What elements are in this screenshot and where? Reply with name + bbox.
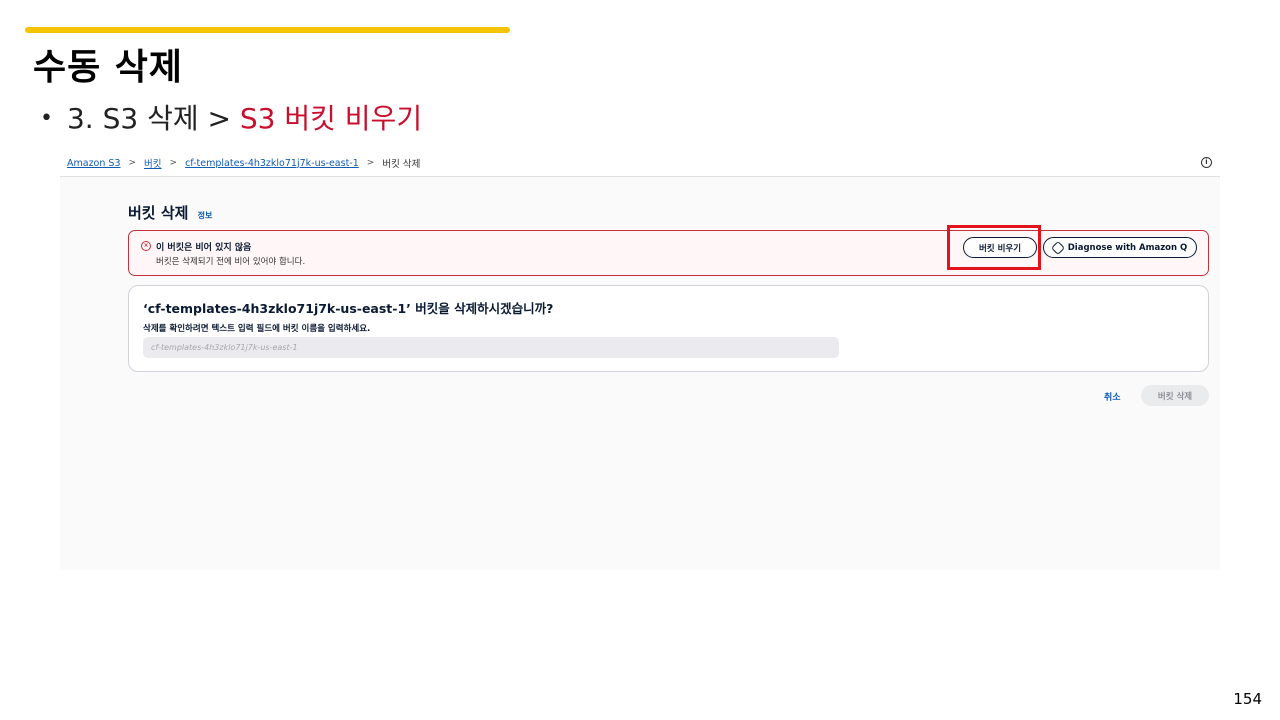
bullet-dot: • [40,106,53,131]
empty-bucket-button[interactable]: 버킷 비우기 [963,237,1037,258]
diagnose-amazon-q-button[interactable]: Diagnose with Amazon Q [1043,237,1197,258]
delete-confirmation-card: ‘cf-templates-4h3zklo71j7k-us-east-1’ 버킷… [128,285,1209,372]
chevron-right-icon: > [128,158,137,168]
bullet-prefix: 3. S3 삭제 > [66,102,231,135]
slide: 수동 삭제 • 3. S3 삭제 > S3 버킷 비우기 Amazon S3 > … [0,0,1280,720]
error-alert: × 이 버킷은 비어 있지 않음 버킷은 삭제되기 전에 비어 있어야 합니다.… [128,225,1209,276]
breadcrumb-current: 버킷 삭제 [382,159,421,170]
alert-title: 이 버킷은 비어 있지 않음 [156,243,252,253]
diagnose-button-label: Diagnose with Amazon Q [1067,242,1188,253]
page-number: 154 [1233,690,1262,708]
slide-title: 수동 삭제 [33,47,184,88]
confirm-question: ‘cf-templates-4h3zklo71j7k-us-east-1’ 버킷… [143,301,554,316]
breadcrumb: Amazon S3 > 버킷 > cf-templates-4h3zklo71j… [60,150,1220,177]
breadcrumb-amazon-s3[interactable]: Amazon S3 [67,158,121,169]
confirm-instruction: 삭제를 확인하려면 텍스트 입력 필드에 버킷 이름을 입력하세요. [143,324,371,334]
info-link[interactable]: 정보 [198,211,213,220]
bullet-item: • 3. S3 삭제 > S3 버킷 비우기 [40,97,422,137]
chevron-right-icon: > [366,158,375,168]
info-icon[interactable]: i [1201,157,1212,168]
page-title: 버킷 삭제 정보 [128,202,212,223]
console-screenshot: Amazon S3 > 버킷 > cf-templates-4h3zklo71j… [60,150,1220,570]
delete-bucket-button[interactable]: 버킷 삭제 [1141,385,1209,406]
error-icon: × [141,241,151,251]
alert-message: 버킷은 삭제되기 전에 비어 있어야 합니다. [156,257,306,267]
breadcrumb-bucket-name[interactable]: cf-templates-4h3zklo71j7k-us-east-1 [185,158,359,169]
chevron-right-icon: > [169,158,178,168]
breadcrumb-buckets[interactable]: 버킷 [144,156,161,170]
page-title-text: 버킷 삭제 [128,204,189,222]
bullet-highlight: S3 버킷 비우기 [239,102,423,135]
cancel-button[interactable]: 취소 [1104,390,1121,403]
title-accent-bar [25,27,510,33]
amazon-q-icon [1050,240,1065,255]
bucket-name-confirm-input[interactable] [143,337,839,358]
